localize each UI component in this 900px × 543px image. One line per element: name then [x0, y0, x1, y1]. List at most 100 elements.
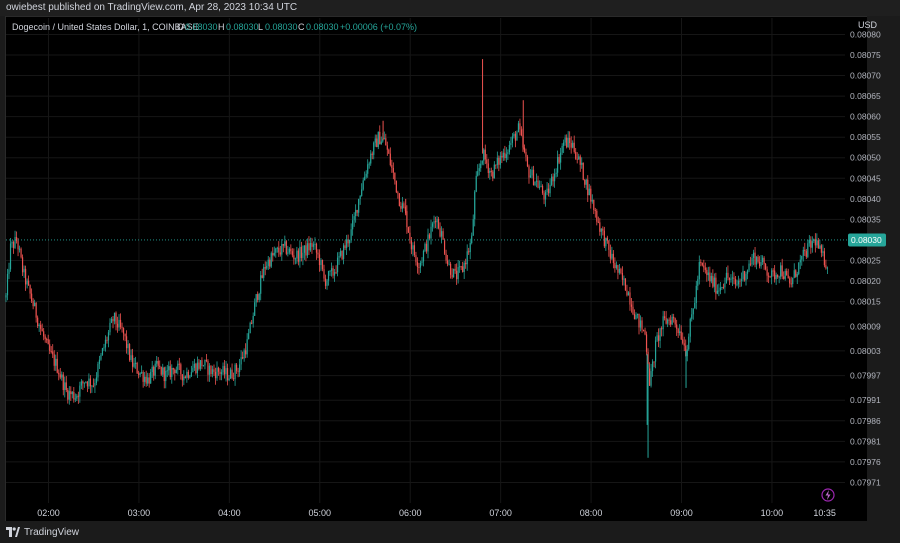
candle-body — [235, 364, 238, 371]
candle-body — [492, 171, 494, 179]
legend-h-label: H — [218, 22, 225, 32]
chart-area[interactable]: 0.08030 0.080800.080750.080700.080650.08… — [0, 0, 900, 543]
candle-body — [557, 156, 559, 173]
candle-body — [208, 365, 211, 375]
candle-body — [380, 141, 382, 145]
candle-body — [591, 199, 593, 202]
candle-body — [481, 160, 483, 164]
candle-body — [784, 271, 786, 279]
candle-body — [761, 257, 764, 263]
candle-body — [653, 361, 655, 363]
candle-body — [709, 272, 711, 282]
candle-body — [349, 239, 351, 244]
candle-body — [460, 266, 462, 268]
lightning-icon[interactable] — [821, 488, 835, 502]
candle-body — [443, 239, 446, 254]
candle-body — [418, 267, 420, 269]
candle-body — [579, 156, 581, 165]
candle-body — [231, 369, 233, 379]
candle-body — [43, 331, 45, 337]
candle-body — [618, 268, 621, 273]
candle-body — [725, 272, 728, 283]
candle-body — [398, 193, 400, 207]
candle-body — [474, 191, 476, 220]
candle-body — [245, 350, 247, 355]
candle-body — [576, 158, 578, 160]
tradingview-logo-icon — [6, 527, 20, 537]
candle-body — [624, 278, 627, 291]
time-tick-label: 04:00 — [218, 508, 241, 518]
candle-body — [695, 285, 697, 304]
candle-body — [189, 376, 191, 378]
candle-body — [64, 382, 66, 391]
last-price-label: 0.08030 — [851, 235, 882, 245]
candle-body — [228, 378, 230, 381]
candle-body — [59, 374, 61, 378]
candle-body — [697, 279, 699, 286]
candle-body — [365, 173, 367, 177]
candle-body — [138, 373, 140, 375]
candle-body — [95, 377, 98, 384]
candle-body — [526, 156, 529, 167]
candle-body — [73, 392, 75, 400]
candle-body — [107, 332, 110, 341]
candle-body — [198, 362, 200, 369]
time-tick-label: 07:00 — [489, 508, 512, 518]
candle-body — [769, 276, 771, 278]
candle-body — [554, 174, 556, 182]
candle-body — [688, 336, 690, 350]
candle-body — [826, 267, 828, 269]
candle-body — [383, 138, 385, 140]
candle-body — [186, 371, 188, 378]
candle-body — [377, 131, 379, 148]
time-tick-label: 03:00 — [128, 508, 151, 518]
candle-body — [175, 369, 177, 374]
candle-body — [255, 294, 257, 303]
candle-body — [141, 372, 143, 374]
candle-body — [704, 267, 706, 270]
candle-body — [534, 181, 536, 186]
candle-body — [172, 367, 174, 370]
price-tick-label: 0.07981 — [850, 436, 881, 446]
candle-body — [130, 355, 132, 361]
candle-body — [5, 295, 7, 298]
candle-body — [680, 331, 682, 340]
candle-body — [493, 164, 495, 179]
candle-body — [341, 250, 343, 259]
candle-body — [581, 162, 583, 165]
candle-body — [662, 316, 664, 330]
candle-body — [300, 246, 303, 258]
candle-body — [266, 265, 268, 269]
candle-body — [343, 245, 345, 259]
candle-body — [112, 318, 114, 322]
candle-body — [507, 152, 509, 155]
candle-body — [540, 185, 542, 187]
candle-body — [615, 265, 617, 269]
candle-body — [121, 327, 123, 329]
candle-body — [276, 247, 278, 249]
candle-body — [44, 336, 46, 340]
candle-body — [370, 153, 372, 164]
candle-body — [86, 381, 88, 387]
candle-body — [419, 262, 422, 268]
candle-body — [306, 243, 309, 256]
candle-body — [147, 377, 149, 384]
candle-body — [549, 184, 551, 194]
tradingview-logo[interactable]: TradingView — [6, 526, 79, 538]
candle-body — [532, 169, 535, 186]
candle-body — [731, 277, 734, 279]
candle-body — [689, 318, 691, 337]
legend-c-value: 0.08030 — [306, 22, 339, 32]
time-tick-label: 10:00 — [761, 508, 784, 518]
candle-body — [486, 159, 488, 164]
candle-body — [525, 152, 527, 157]
legend-o-label: O — [177, 22, 184, 32]
candle-body — [777, 274, 779, 277]
candle-body — [802, 249, 804, 256]
price-tick-label: 0.07976 — [850, 457, 881, 467]
candle-body — [52, 351, 54, 355]
candle-body — [676, 324, 678, 329]
candle-body — [174, 369, 176, 374]
candle-body — [132, 355, 134, 367]
candle-body — [267, 259, 269, 266]
